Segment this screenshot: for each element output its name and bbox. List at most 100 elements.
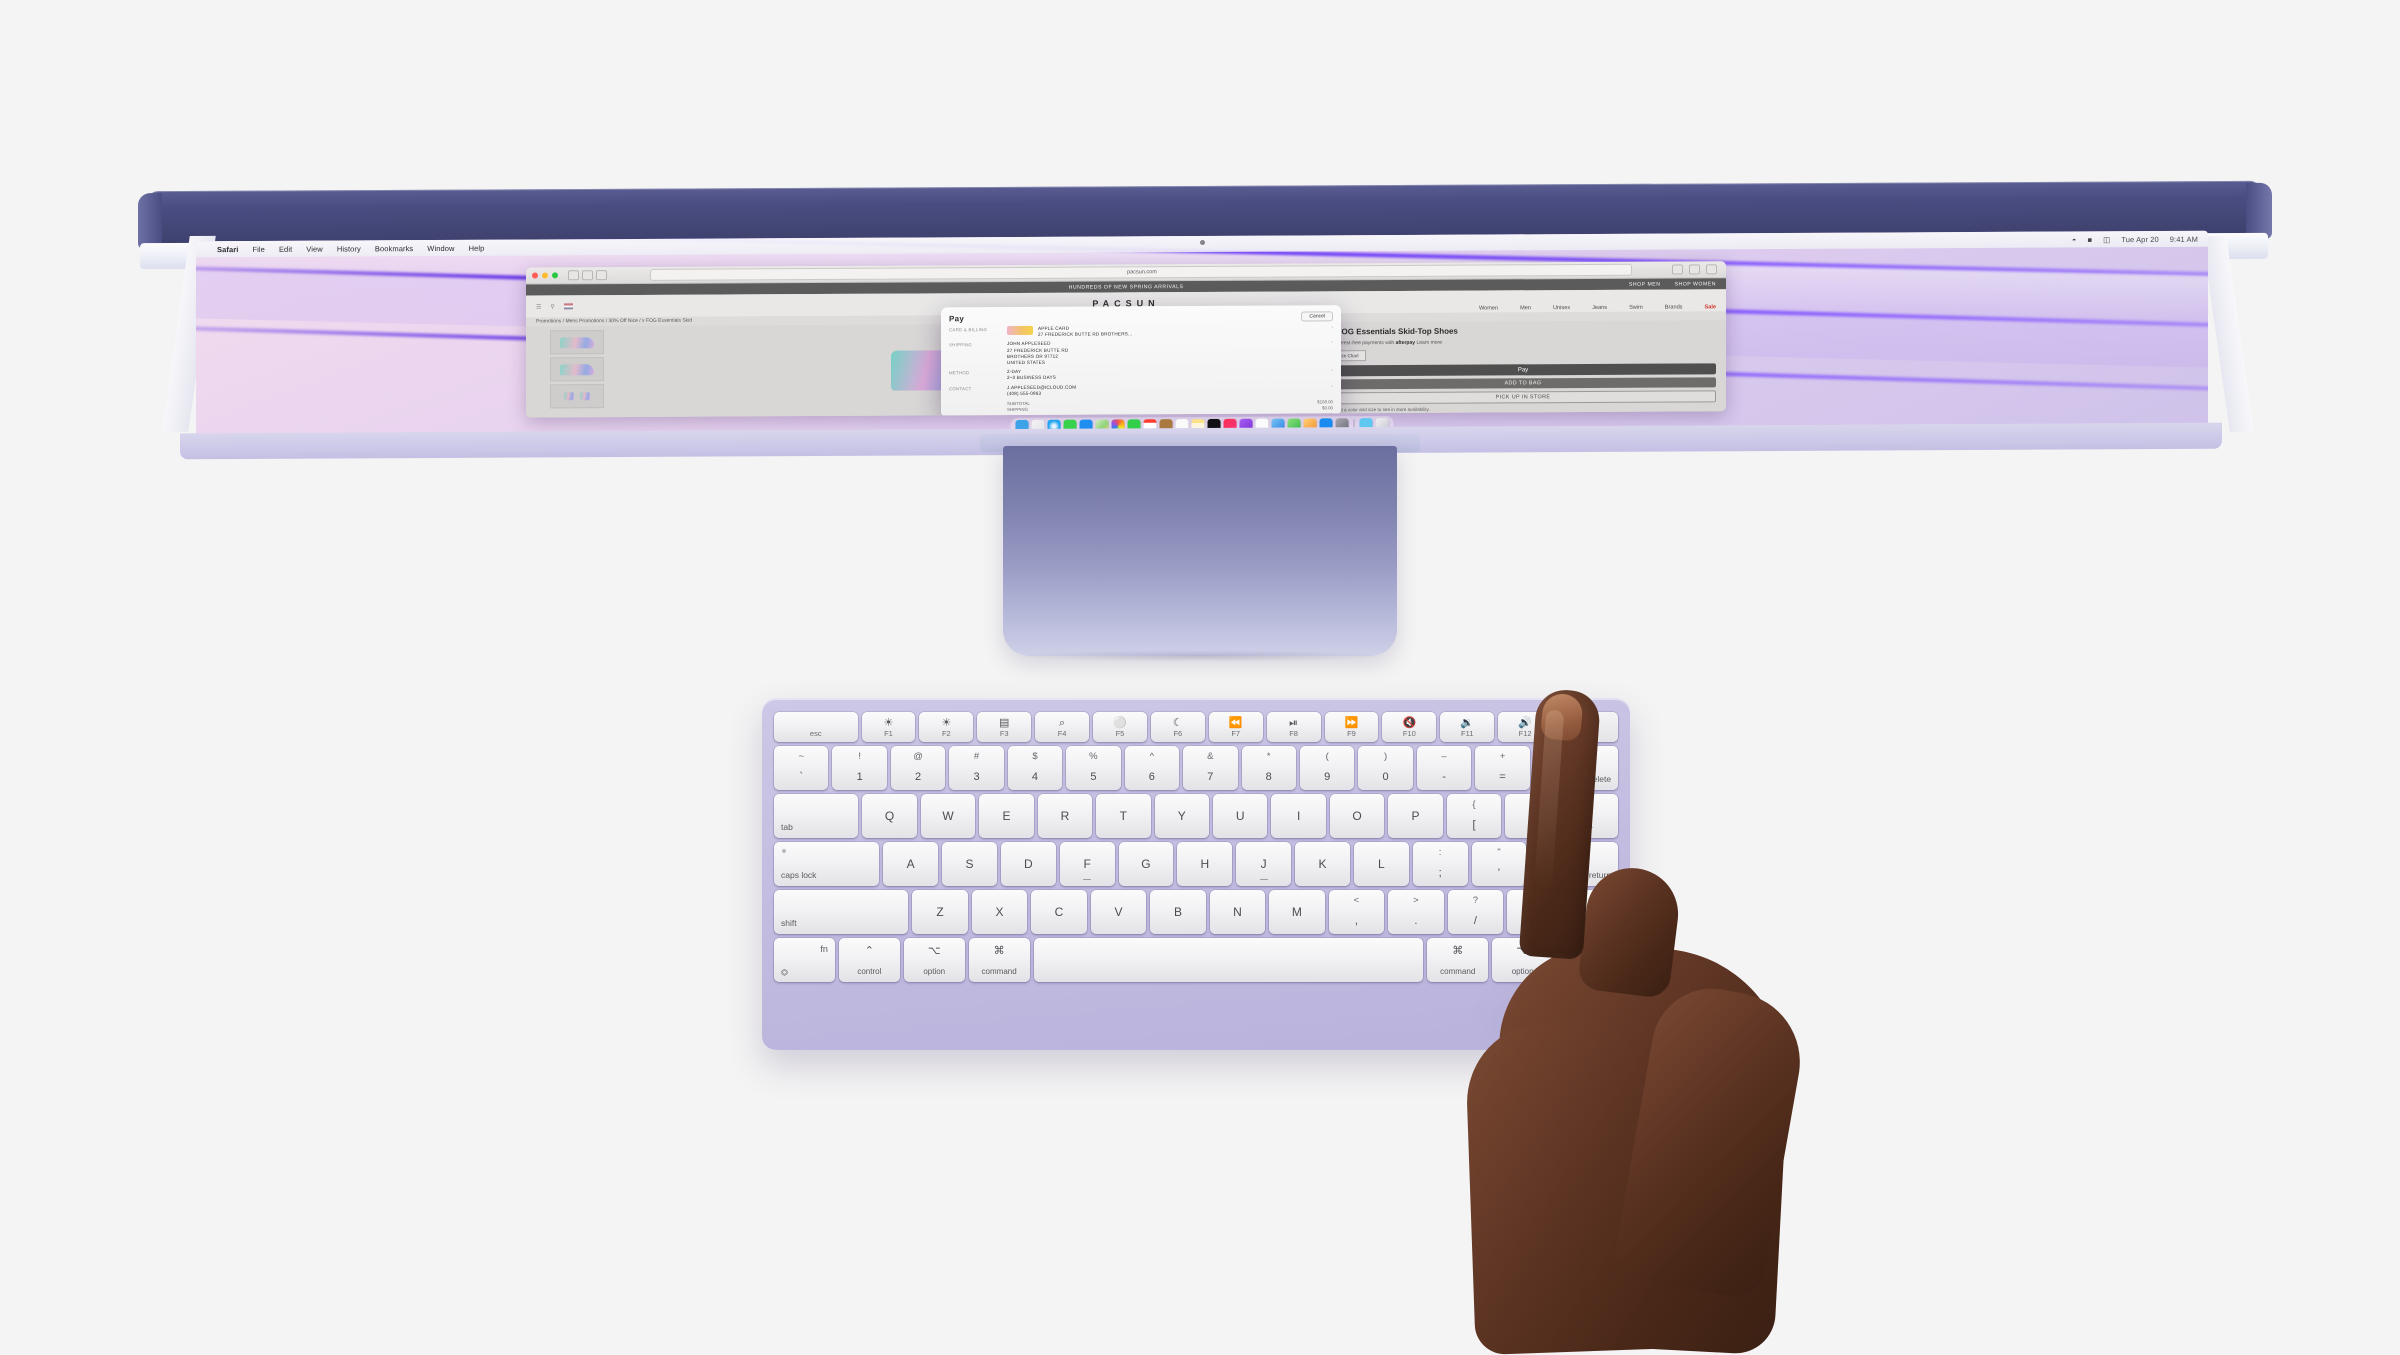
list-item[interactable] bbox=[550, 330, 604, 355]
n-key[interactable]: N bbox=[1209, 890, 1266, 934]
share-icon[interactable] bbox=[1672, 264, 1683, 275]
nav-item-unisex[interactable]: Unisex bbox=[1553, 305, 1570, 311]
g-key[interactable]: G bbox=[1118, 842, 1174, 886]
menu-item-help[interactable]: Help bbox=[469, 243, 485, 252]
f10-mute-key[interactable]: 🔇 F10 bbox=[1382, 712, 1437, 742]
list-item[interactable] bbox=[550, 384, 604, 409]
minus-key[interactable]: – - bbox=[1416, 746, 1472, 790]
digit-8-key[interactable]: * 8 bbox=[1241, 746, 1296, 790]
a-key[interactable]: A bbox=[883, 842, 939, 886]
menu-item-edit[interactable]: Edit bbox=[279, 244, 292, 253]
right-shift-key[interactable]: shift bbox=[1507, 890, 1619, 934]
chevron-right-icon[interactable]: › bbox=[1323, 383, 1333, 389]
p-key[interactable]: P bbox=[1388, 794, 1443, 838]
search-icon[interactable]: ⚲ bbox=[550, 303, 554, 310]
r-key[interactable]: R bbox=[1037, 794, 1093, 838]
f12-volume-up-key[interactable]: 🔊 F12 bbox=[1498, 712, 1553, 742]
pay-row-method[interactable]: Method 2-DAY 2–3 BUSINESS DAYS › bbox=[949, 367, 1333, 381]
j-key[interactable]: J bbox=[1236, 842, 1292, 886]
menu-item-window[interactable]: Window bbox=[427, 243, 454, 252]
nav-item-jeans[interactable]: Jeans bbox=[1592, 305, 1607, 311]
minimize-icon[interactable] bbox=[542, 272, 548, 279]
f6-do-not-disturb-key[interactable]: ☾ F6 bbox=[1150, 712, 1205, 742]
d-key[interactable]: D bbox=[1000, 842, 1056, 886]
menu-item-history[interactable]: History bbox=[337, 244, 361, 253]
f2-brightness-up-key[interactable]: ☀ F2 bbox=[919, 712, 974, 742]
digit-1-key[interactable]: ! 1 bbox=[832, 746, 887, 790]
cancel-button[interactable]: Cancel bbox=[1301, 311, 1333, 322]
pay-row-shipping[interactable]: Shipping JOHN APPLESEED 27 FREDERICK BUT… bbox=[949, 340, 1333, 367]
l-key[interactable]: L bbox=[1353, 842, 1409, 886]
f3-mission-control-key[interactable]: ▤ F3 bbox=[977, 712, 1032, 742]
chevron-right-icon[interactable]: › bbox=[1323, 340, 1333, 346]
space-key[interactable] bbox=[1033, 938, 1424, 982]
digit-9-key[interactable]: (9 bbox=[1299, 746, 1355, 790]
y-key[interactable]: Y bbox=[1154, 794, 1209, 838]
digit-3-key[interactable]: #3 bbox=[949, 746, 1004, 790]
f7-rewind-key[interactable]: ⏪ F7 bbox=[1208, 712, 1263, 742]
digit-0-key[interactable]: ) 0 bbox=[1358, 746, 1413, 790]
close-icon[interactable] bbox=[532, 272, 538, 279]
menubar-clock[interactable]: 9:41 AM bbox=[2170, 234, 2198, 243]
f8-play-pause-key[interactable]: ⏯ F8 bbox=[1266, 712, 1321, 742]
nav-item-brands[interactable]: Brands bbox=[1665, 304, 1683, 310]
f9-fast-forward-key[interactable]: ⏩ F9 bbox=[1324, 712, 1379, 742]
v-key[interactable]: V bbox=[1090, 890, 1147, 934]
digit-4-key[interactable]: $4 bbox=[1007, 746, 1063, 790]
menubar-date[interactable]: Tue Apr 20 bbox=[2121, 234, 2158, 243]
delete-key[interactable]: delete bbox=[1533, 746, 1619, 790]
left-command-key[interactable]: ⌘ command bbox=[968, 938, 1030, 982]
promo-shop-women-link[interactable]: SHOP WOMEN bbox=[1674, 281, 1716, 287]
left-option-key[interactable]: ⌥ option bbox=[903, 938, 965, 982]
bracket-left-key[interactable]: {[ bbox=[1446, 794, 1502, 838]
nav-item-women[interactable]: Women bbox=[1479, 305, 1498, 311]
window-traffic-lights[interactable] bbox=[532, 272, 558, 279]
fn-globe-key[interactable]: fn ⏣ bbox=[774, 938, 835, 982]
x-key[interactable]: X bbox=[971, 890, 1028, 934]
back-icon[interactable] bbox=[582, 270, 593, 281]
t-key[interactable]: T bbox=[1096, 794, 1151, 838]
digit-2-key[interactable]: @2 bbox=[890, 746, 946, 790]
wifi-icon[interactable]: ◓ bbox=[2072, 235, 2077, 244]
f-key[interactable]: F bbox=[1059, 842, 1115, 886]
h-key[interactable]: H bbox=[1177, 842, 1233, 886]
pick-up-in-store-button[interactable]: PICK UP IN STORE bbox=[1330, 390, 1716, 405]
menu-item-bookmarks[interactable]: Bookmarks bbox=[375, 244, 413, 253]
k-key[interactable]: K bbox=[1295, 842, 1350, 886]
nav-item-swim[interactable]: Swim bbox=[1629, 305, 1643, 311]
nav-item-sale[interactable]: Sale bbox=[1704, 304, 1716, 310]
f11-volume-down-key[interactable]: 🔉 F11 bbox=[1440, 712, 1495, 742]
backtick-key[interactable]: ~ ` bbox=[774, 746, 829, 790]
caps-lock-key[interactable]: caps lock bbox=[774, 842, 880, 886]
control-key[interactable]: ⌃ control bbox=[838, 938, 900, 982]
menu-item-view[interactable]: View bbox=[306, 244, 323, 253]
site-navigation[interactable]: Women Men Unisex Jeans Swim Brands Sale bbox=[1479, 304, 1716, 311]
f5-dictation-key[interactable]: ⚪ F5 bbox=[1093, 712, 1147, 742]
menu-item-safari[interactable]: Safari bbox=[217, 245, 238, 254]
digit-6-key[interactable]: ^ 6 bbox=[1124, 746, 1180, 790]
control-center-icon[interactable]: ◫ bbox=[2103, 235, 2110, 244]
s-key[interactable]: S bbox=[942, 842, 997, 886]
w-key[interactable]: W bbox=[920, 794, 976, 838]
digit-5-key[interactable]: % 5 bbox=[1066, 746, 1121, 790]
f4-spotlight-key[interactable]: ⌕ F4 bbox=[1035, 712, 1090, 742]
apple-pay-sheet[interactable]: Pay Cancel Card & Billing APPLE CARD 27 … bbox=[941, 305, 1341, 418]
touch-id-key[interactable] bbox=[1556, 712, 1618, 742]
battery-icon[interactable]: ■ bbox=[2088, 235, 2093, 244]
i-key[interactable]: I bbox=[1271, 794, 1326, 838]
forward-icon[interactable] bbox=[596, 270, 607, 281]
o-key[interactable]: O bbox=[1329, 794, 1385, 838]
nav-item-men[interactable]: Men bbox=[1520, 305, 1531, 311]
apple-pay-button[interactable]: Pay bbox=[1330, 363, 1716, 377]
chevron-right-icon[interactable]: › bbox=[1323, 324, 1333, 330]
bracket-right-key[interactable]: }] bbox=[1505, 794, 1560, 838]
pay-row-card-billing[interactable]: Card & Billing APPLE CARD 27 FREDERICK B… bbox=[949, 324, 1333, 338]
zoom-icon[interactable] bbox=[552, 272, 558, 279]
comma-key[interactable]: <, bbox=[1328, 890, 1385, 934]
afterpay-learn-more-link[interactable]: Learn more bbox=[1416, 340, 1442, 346]
safari-window[interactable]: pacsun.com HUNDREDS OF NEW SPRING ARRIVA… bbox=[526, 261, 1726, 418]
u-key[interactable]: U bbox=[1213, 794, 1268, 838]
left-shift-key[interactable]: shift bbox=[774, 890, 909, 934]
country-flag-icon[interactable] bbox=[563, 303, 573, 310]
m-key[interactable]: M bbox=[1269, 890, 1325, 934]
